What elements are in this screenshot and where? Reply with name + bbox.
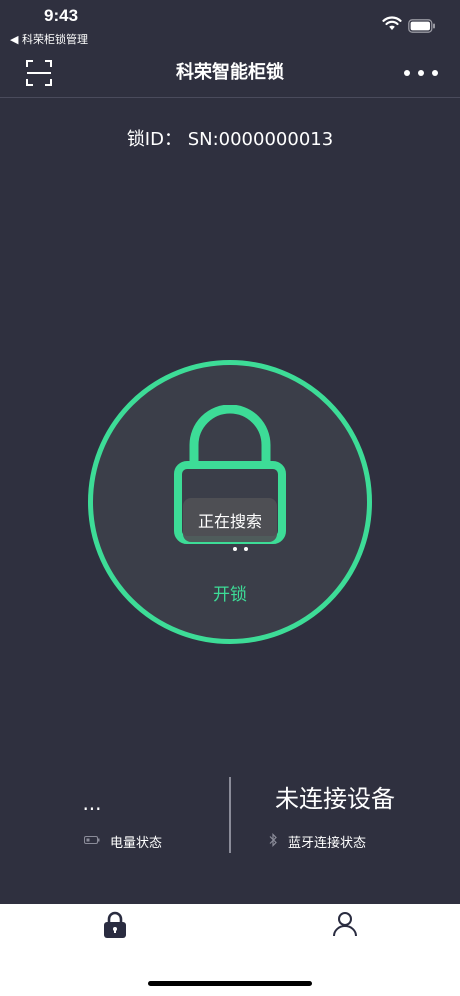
battery-status-icon	[408, 18, 436, 37]
searching-toast: 正在搜索	[183, 498, 277, 542]
lock-id-label: 锁ID： SN:0000000013	[126, 129, 334, 150]
page-title: 科荣智能柜锁	[176, 62, 284, 83]
loading-dots	[232, 538, 256, 557]
bluetooth-status-label: 蓝牙连接状态	[288, 836, 367, 851]
battery-value: ...	[82, 791, 102, 815]
status-time: 9:43	[44, 6, 79, 25]
battery-status-row: 电量状态	[84, 832, 162, 851]
more-icon[interactable]	[404, 62, 438, 84]
nav-divider	[0, 97, 460, 98]
battery-status-label: 电量状态	[110, 836, 163, 851]
connection-status-value: 未连接设备	[275, 785, 395, 813]
unlock-label[interactable]: 开锁	[0, 582, 460, 608]
bluetooth-status-row: 蓝牙连接状态	[268, 832, 366, 851]
bluetooth-icon	[268, 832, 278, 851]
wifi-icon	[382, 16, 402, 35]
home-indicator	[148, 981, 312, 986]
battery-icon	[84, 834, 100, 849]
lock-icon[interactable]	[103, 911, 127, 943]
user-icon[interactable]	[332, 911, 358, 941]
stats-divider	[229, 777, 231, 853]
back-to-app-link[interactable]: ◀ 科荣柜锁管理	[10, 31, 88, 47]
